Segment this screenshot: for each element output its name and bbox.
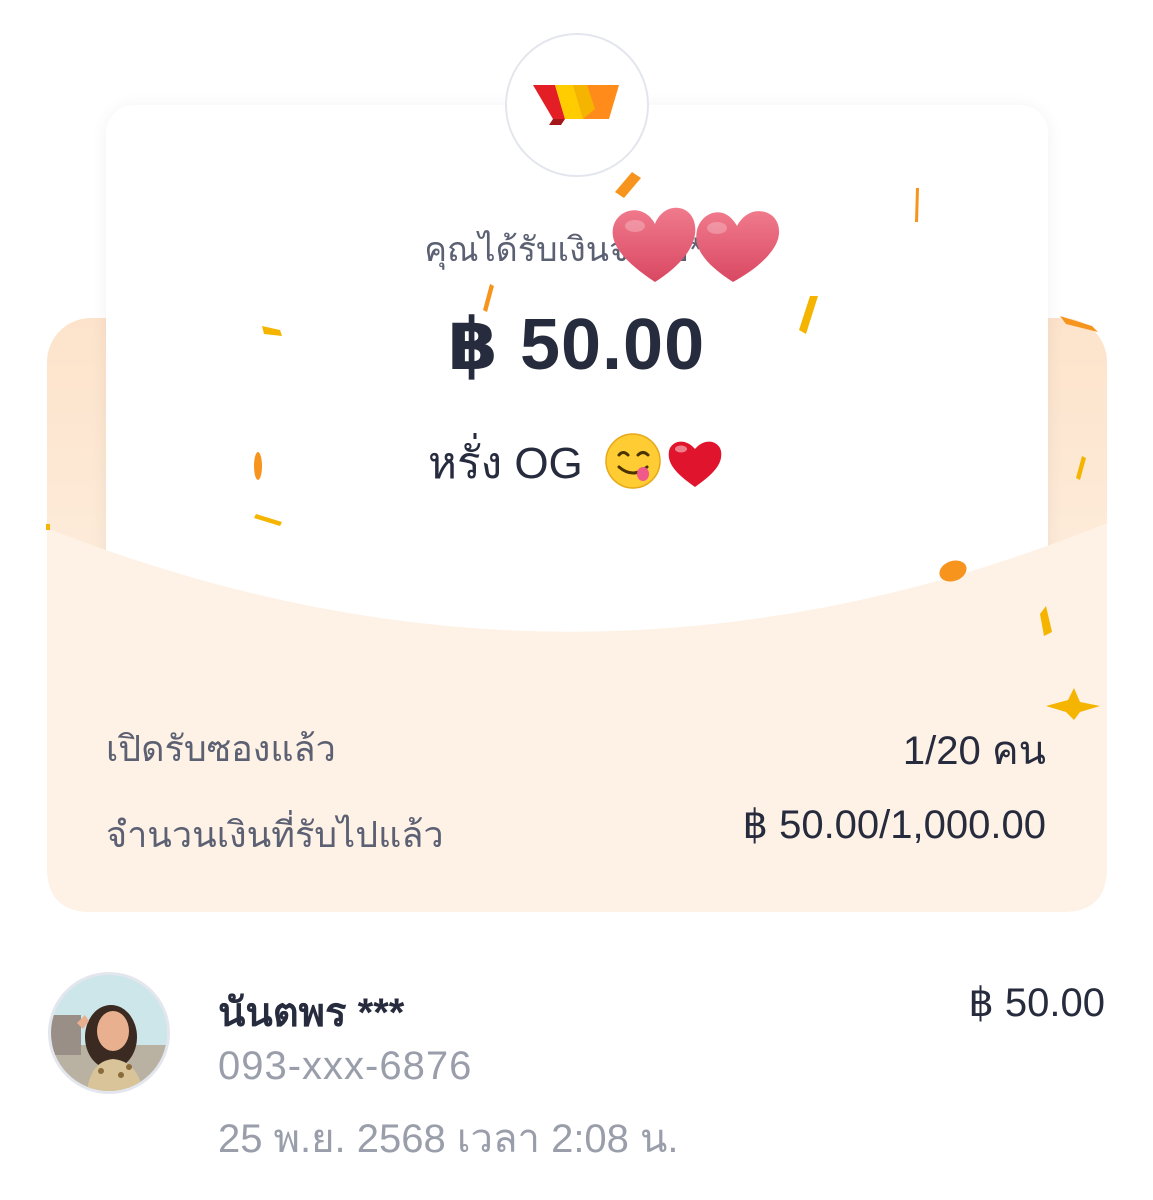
message-emojis (603, 431, 725, 502)
recipient-list-item[interactable]: นันตพร *** 093-xxx-6876 25 พ.ย. 2568 เวล… (0, 960, 1153, 1161)
heart-sticker-left-icon (612, 207, 696, 282)
wallet-logo (505, 33, 649, 177)
opened-label: เปิดรับซองแล้ว (106, 728, 336, 769)
recipient-phone: 093-xxx-6876 (218, 1044, 473, 1088)
envelope-message: หรั่ง OG (0, 428, 1153, 502)
heart-sticker-right-icon (696, 211, 780, 282)
opened-value: 1/20 คน (902, 729, 1046, 773)
claimed-value: ฿ 50.00/1,000.00 (742, 803, 1046, 847)
envelope-amount: ฿ 50.00 (447, 305, 706, 385)
envelope-screen: คุณได้รับเงินจากอ*** ฿ 50.00 หรั่ง OG เป… (0, 0, 1153, 1200)
avatar (48, 972, 170, 1094)
recipient-amount: ฿ 50.00 (968, 981, 1105, 1025)
message-text: หรั่ง OG (427, 439, 583, 488)
claimed-label: จำนวนเงินที่รับไปแล้ว (106, 814, 444, 855)
user-avatar-photo-icon (51, 975, 167, 1091)
received-from-text: คุณได้รับเงินจากอ*** (424, 231, 729, 269)
truemoney-wallet-logo-icon (533, 85, 619, 125)
yum-heart-emoji-icon (605, 433, 722, 489)
recipient-name: นันตพร *** (218, 991, 405, 1035)
recipient-timestamp: 25 พ.ย. 2568 เวลา 2:08 น. (218, 1117, 679, 1161)
heart-sticker-redaction (612, 207, 780, 282)
